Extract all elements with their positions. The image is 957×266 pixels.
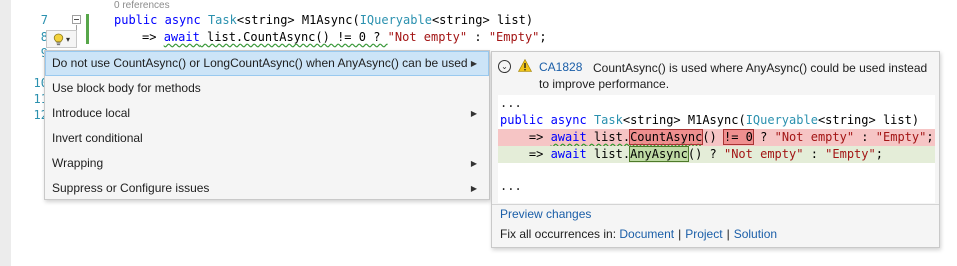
code-text: list. [586,147,631,161]
menu-item-label: Do not use CountAsync() or LongCountAsyn… [52,56,468,70]
code-text: list) [875,113,920,127]
diff-line-added: => await list.AnyAsync() ? "Not empty" :… [498,146,935,163]
quick-actions-button[interactable]: ▾ [46,30,77,48]
code-text: <string> [622,113,681,127]
divider [492,204,939,205]
menu-item-use-block-body[interactable]: Use block body for methods [45,76,489,101]
code-keyword: public [114,13,158,27]
diff-preview: ... public async Task<string> M1Async(IQ… [498,95,935,203]
submenu-arrow-icon: ▶ [470,184,477,193]
code-type: Task [207,13,237,27]
lightbulb-icon [53,33,64,45]
code-string: "Empty" [488,30,540,44]
code-keyword: public [500,113,544,127]
code-text: () [702,130,724,144]
menu-item-introduce-local[interactable]: Introduce local ▶ [45,101,489,126]
menu-item-invert-conditional[interactable]: Invert conditional [45,126,489,151]
code-text: : [803,147,826,161]
line-number-7: 7 [40,13,48,27]
code-text: M1Async( [294,13,360,27]
fix-all-project-link[interactable]: Project [685,227,722,241]
menu-item-ca1828[interactable]: Do not use CountAsync() or LongCountAsyn… [45,51,489,76]
code-text: ? [752,130,775,144]
code-text: () ? [687,147,724,161]
code-text: => [500,147,551,161]
code-text: list) [489,13,534,27]
menu-item-label: Invert conditional [52,131,143,145]
code-text: ; [875,147,883,161]
fix-all-solution-link[interactable]: Solution [734,227,777,241]
code-type: Task [593,113,623,127]
code-text: <string> [431,13,490,27]
code-string: "Empty" [875,130,927,144]
separator: | [726,227,730,241]
code-keyword: async [164,13,201,27]
diff-removed-highlight: != 0 [723,129,754,145]
editor-margin [0,0,11,266]
diff-line-removed: => await list.CountAsync() != 0 ? "Not e… [498,129,935,146]
code-text: M1Async( [680,113,746,127]
code-string: "Not empty" [723,147,804,161]
code-text: => [500,130,551,144]
code-text: ; [539,30,547,44]
menu-item-label: Suppress or Configure issues [52,181,210,195]
menu-item-label: Use block body for methods [52,81,201,95]
code-type: IQueryable [359,13,432,27]
code-text: list. [586,130,631,144]
separator: | [678,227,682,241]
code-string: "Not empty" [774,130,855,144]
code-text: <string> [236,13,295,27]
fix-all-label: Fix all occurrences in: [500,227,617,241]
fix-all-occurrences: Fix all occurrences in: Document | Project… [500,227,777,241]
diff-line-signature: public async Task<string> M1Async(IQuery… [498,112,935,129]
codelens-references[interactable]: 0 references [114,0,170,11]
code-line-7: public async Task<string> M1Async(IQuery… [114,12,533,28]
menu-item-label: Wrapping [52,156,104,170]
submenu-arrow-icon: ▶ [470,109,477,118]
fix-preview-panel: ⌄ CA1828 CountAsync() is used where AnyA… [491,51,940,248]
code-string: "Empty" [825,147,876,161]
expand-icon[interactable]: ⌄ [498,60,511,73]
chevron-down-icon: ▾ [65,34,70,44]
line-number-8: 8 [40,30,48,44]
code-text: ; [926,130,934,144]
menu-item-wrapping[interactable]: Wrapping ▶ [45,151,489,176]
code-text: : [467,30,489,44]
quick-actions-menu: Do not use CountAsync() or LongCountAsyn… [44,50,490,200]
menu-item-suppress-configure[interactable]: Suppress or Configure issues ▶ [45,176,489,201]
diff-ellipsis-top: ... [500,96,522,110]
code-text: : [854,130,876,144]
warning-icon [518,59,532,72]
code-keyword: await [550,130,587,144]
collapse-toggle[interactable] [72,15,81,24]
rule-description: CountAsync() is used where AnyAsync() co… [539,61,928,91]
submenu-arrow-icon: ▶ [470,59,477,68]
code-text: <string> [817,113,876,127]
code-keyword: await [163,30,200,44]
menu-item-label: Introduce local [52,106,131,120]
change-indicator-bar [86,14,89,44]
submenu-arrow-icon: ▶ [470,159,477,168]
code-line-8: => await list.CountAsync() != 0 ? "Not e… [142,29,547,45]
code-text: => [142,30,164,44]
diff-removed-highlight: CountAsync [629,129,704,145]
code-keyword: await [550,147,587,161]
preview-changes-link[interactable]: Preview changes [500,207,591,221]
code-text: list.CountAsync() != 0 ? [199,30,388,44]
code-string: "Not empty" [387,30,468,44]
diff-added-highlight: AnyAsync [629,146,689,162]
fix-all-document-link[interactable]: Document [619,227,674,241]
diff-ellipsis-bottom: ... [500,179,522,193]
code-keyword: async [550,113,587,127]
code-type: IQueryable [745,113,818,127]
